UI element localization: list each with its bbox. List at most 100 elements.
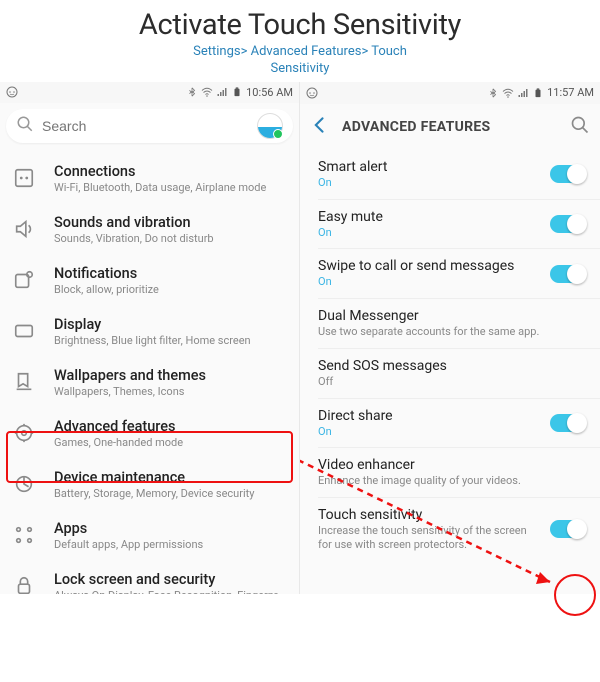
settings-row[interactable]: Sounds and vibrationSounds, Vibration, D… [0,204,299,255]
row-sub: Wi-Fi, Bluetooth, Data usage, Airplane m… [54,181,285,194]
row-text: Sounds and vibrationSounds, Vibration, D… [54,214,285,245]
row-title: Apps [54,520,285,537]
wifi-icon [201,86,213,98]
feature-row[interactable]: Swipe to call or send messagesOn [300,249,600,298]
row-title: Dual Messenger [318,308,578,324]
feature-row[interactable]: Dual MessengerUse two separate accounts … [300,299,600,348]
row-sub: Default apps, App permissions [54,538,285,551]
row-text: Lock screen and securityAlways On Displa… [54,571,285,594]
search-icon [16,115,34,137]
settings-row[interactable]: Device maintenanceBattery, Storage, Memo… [0,459,299,510]
row-title: Sounds and vibration [54,214,285,231]
row-sub: Battery, Storage, Memory, Device securit… [54,487,285,500]
row-text: Send SOS messagesOff [318,358,586,389]
row-sub: Off [318,375,578,389]
row-sub: Brightness, Blue light filter, Home scre… [54,334,285,347]
settings-row[interactable]: AppsDefault apps, App permissions [0,510,299,561]
search-input[interactable] [42,118,257,134]
status-time: 11:57 AM [547,86,594,99]
search-bar[interactable] [6,109,293,143]
row-title: Advanced features [54,418,285,435]
row-sub: Always On Display, Face Recognition, Fin… [54,589,285,594]
feature-row[interactable]: Easy muteOn [300,200,600,249]
row-title: Lock screen and security [54,571,285,588]
row-text: ConnectionsWi-Fi, Bluetooth, Data usage,… [54,163,285,194]
settings-list: ConnectionsWi-Fi, Bluetooth, Data usage,… [0,149,299,594]
search-button[interactable] [570,115,590,139]
feature-row[interactable]: Direct shareOn [300,399,600,448]
feature-row[interactable]: Send SOS messagesOff [300,349,600,398]
row-title: Wallpapers and themes [54,367,285,384]
row-sub: Block, allow, prioritize [54,283,285,296]
back-button[interactable] [310,115,330,139]
battery-icon [532,87,544,99]
signal-icon [216,86,228,98]
phone-left: 10:56 AM ConnectionsWi-Fi, Bluetooth, Da… [0,82,300,594]
advanced-features-list: Smart alertOnEasy muteOnSwipe to call or… [300,150,600,569]
toggle-switch[interactable] [550,165,586,183]
row-icon [12,166,36,190]
row-title: Swipe to call or send messages [318,258,542,274]
row-text: Advanced featuresGames, One-handed mode [54,418,285,449]
row-sub: Wallpapers, Themes, Icons [54,385,285,398]
wifi-icon [502,87,514,99]
row-icon [12,217,36,241]
row-title: Easy mute [318,209,542,225]
row-title: Display [54,316,285,333]
battery-icon [231,86,243,98]
row-text: Video enhancerEnhance the image quality … [318,457,586,488]
row-sub: Enhance the image quality of your videos… [318,474,578,488]
phones-container: 10:56 AM ConnectionsWi-Fi, Bluetooth, Da… [0,82,600,594]
feature-row[interactable]: Smart alertOn [300,150,600,199]
row-icon [12,370,36,394]
circle-annotation [554,574,596,616]
toggle-switch[interactable] [550,414,586,432]
row-title: Notifications [54,265,285,282]
toggle-switch[interactable] [550,520,586,538]
row-title: Touch sensitivity [318,507,542,523]
row-sub: On [318,226,542,240]
row-icon [12,268,36,292]
status-time: 10:56 AM [246,86,293,99]
avatar[interactable] [257,113,283,139]
row-sub: Increase the touch sensitivity of the sc… [318,524,542,552]
reddit-icon [306,87,318,99]
settings-row[interactable]: Advanced featuresGames, One-handed mode [0,408,299,459]
breadcrumb: Settings> Advanced Features> Touch Sensi… [0,44,600,78]
row-icon [12,319,36,343]
row-text: Smart alertOn [318,159,550,190]
row-icon [12,472,36,496]
row-title: Smart alert [318,159,542,175]
settings-row[interactable]: DisplayBrightness, Blue light filter, Ho… [0,306,299,357]
row-text: Easy muteOn [318,209,550,240]
settings-row[interactable]: NotificationsBlock, allow, prioritize [0,255,299,306]
row-text: Direct shareOn [318,408,550,439]
app-bar: ADVANCED FEATURES [300,104,600,150]
row-sub: Games, One-handed mode [54,436,285,449]
row-title: Send SOS messages [318,358,578,374]
row-title: Direct share [318,408,542,424]
feature-row[interactable]: Touch sensitivityIncrease the touch sens… [300,498,600,561]
row-icon [12,574,36,593]
settings-row[interactable]: ConnectionsWi-Fi, Bluetooth, Data usage,… [0,153,299,204]
settings-row[interactable]: Wallpapers and themesWallpapers, Themes,… [0,357,299,408]
row-text: Device maintenanceBattery, Storage, Memo… [54,469,285,500]
row-text: NotificationsBlock, allow, prioritize [54,265,285,296]
row-text: Swipe to call or send messagesOn [318,258,550,289]
row-sub: On [318,176,542,190]
row-text: Wallpapers and themesWallpapers, Themes,… [54,367,285,398]
toggle-switch[interactable] [550,265,586,283]
feature-row[interactable]: Video enhancerEnhance the image quality … [300,448,600,497]
reddit-icon [6,86,18,98]
row-text: Dual MessengerUse two separate accounts … [318,308,586,339]
row-text: AppsDefault apps, App permissions [54,520,285,551]
status-bar: 11:57 AM [300,82,600,104]
bluetooth-icon [487,87,499,99]
settings-row[interactable]: Lock screen and securityAlways On Displa… [0,561,299,594]
row-sub: Use two separate accounts for the same a… [318,325,578,339]
toggle-switch[interactable] [550,215,586,233]
bluetooth-icon [186,86,198,98]
signal-icon [517,87,529,99]
row-title: Video enhancer [318,457,578,473]
page-header: Activate Touch Sensitivity Settings> Adv… [0,0,600,82]
